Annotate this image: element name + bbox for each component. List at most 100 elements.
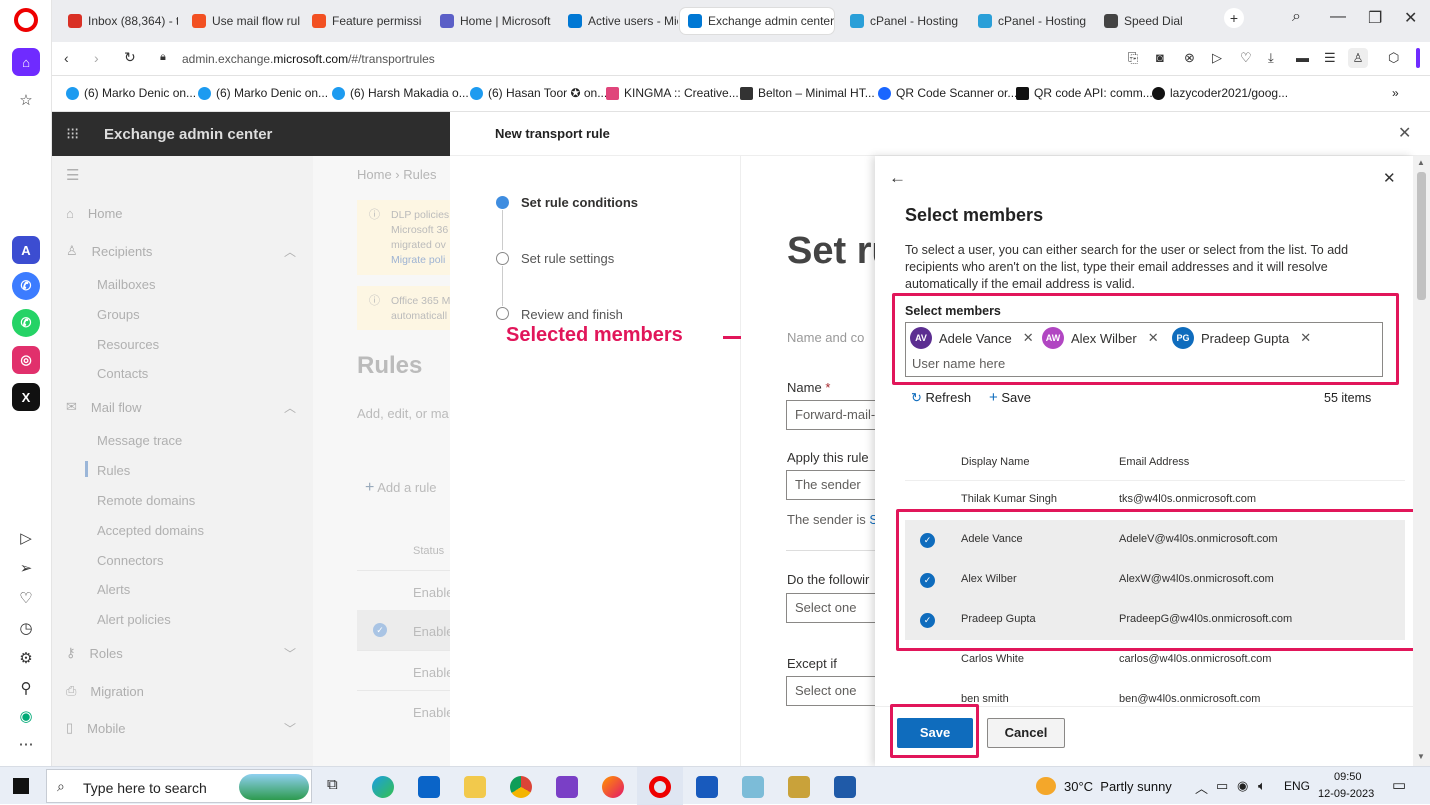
nav-connectors[interactable]: Connectors (97, 553, 163, 568)
language-indicator[interactable]: ENG (1284, 779, 1310, 793)
mail-icon[interactable] (418, 776, 440, 798)
tab-cpanel-2[interactable]: cPanel - Hosting (970, 8, 1086, 34)
scroll-down-icon[interactable]: ▼ (1417, 752, 1425, 761)
nav-mobile[interactable]: ▯ Mobile (66, 720, 125, 736)
task-view-icon[interactable]: ⧉ (327, 776, 338, 793)
player-icon[interactable]: ▷ (14, 526, 38, 550)
url-field[interactable]: admin.exchange.microsoft.com/#/transport… (182, 52, 435, 66)
extensions-icon[interactable]: ⬡ (1388, 50, 1399, 66)
close-window-icon[interactable]: ✕ (1404, 8, 1417, 28)
restore-icon[interactable]: ❐ (1368, 8, 1382, 28)
tab-cpanel-1[interactable]: cPanel - Hosting (842, 8, 962, 34)
sidebar-toggle-icon[interactable] (1416, 48, 1420, 68)
battery-icon[interactable]: ▭ (1216, 778, 1228, 794)
history-icon[interactable]: ◷ (14, 616, 38, 640)
nav-alert-policies[interactable]: Alert policies (97, 612, 171, 627)
whatsapp-icon[interactable]: ✆ (12, 309, 40, 337)
nav-migration[interactable]: ⎙ Migration (66, 683, 144, 699)
nav-groups[interactable]: Groups (97, 307, 140, 322)
heart-icon[interactable]: ♡ (1240, 50, 1252, 66)
nav-contacts[interactable]: Contacts (97, 366, 148, 381)
weather-text[interactable]: 30°C Partly sunny (1064, 779, 1172, 794)
camera-icon[interactable]: ◙ (1156, 50, 1164, 65)
word-alt-icon[interactable] (788, 776, 810, 798)
send-icon[interactable]: ➢ (14, 556, 38, 580)
tab-speed-dial[interactable]: Speed Dial (1096, 8, 1192, 34)
forward-icon[interactable]: › (94, 50, 99, 66)
photos-icon[interactable] (834, 776, 856, 798)
nav-roles[interactable]: ⚷ Roles (66, 645, 123, 661)
taskbar-search-box[interactable]: ⌕ Type here to search (46, 769, 312, 803)
tray-overflow-icon[interactable]: ︿ (1195, 778, 1208, 797)
search-tabs-icon[interactable]: ⌕ (1292, 8, 1301, 26)
tab-mail-flow-rules[interactable]: Use mail flow rule (184, 8, 300, 34)
do-following-dropdown[interactable]: Select one (786, 593, 875, 623)
nav-home[interactable]: ⌂ Home (66, 206, 123, 221)
back-arrow-icon[interactable]: ← (889, 168, 906, 188)
nav-alerts[interactable]: Alerts (97, 582, 130, 597)
player-icon[interactable]: ▷ (1212, 50, 1222, 66)
nav-resources[interactable]: Resources (97, 337, 159, 352)
scroll-up-icon[interactable]: ▲ (1417, 158, 1425, 167)
more-icon[interactable]: ⋯ (14, 732, 38, 756)
new-tab-icon[interactable]: + (1224, 8, 1244, 28)
nav-accepted-domains[interactable]: Accepted domains (97, 523, 204, 538)
clock-time[interactable]: 09:50 (1334, 771, 1362, 783)
tab-active-users[interactable]: Active users - Mic (560, 8, 678, 34)
adblock-icon[interactable]: ⊗ (1184, 50, 1195, 66)
name-input[interactable]: Forward-mail- (786, 400, 875, 430)
column-email-address[interactable]: Email Address (1119, 456, 1189, 468)
opera-logo-icon[interactable] (14, 8, 38, 32)
rule-row[interactable]: Enable (357, 690, 453, 730)
bookmark-item[interactable]: Belton – Minimal HT... (740, 86, 875, 100)
bookmark-item[interactable]: QR Code Scanner or... (878, 86, 1017, 100)
bookmark-item[interactable]: QR code API: comm... (1016, 86, 1153, 100)
battery-icon[interactable]: ▬ (1296, 50, 1309, 65)
opera-icon[interactable] (649, 776, 671, 798)
status-column-header[interactable]: Status (413, 545, 444, 557)
scroll-thumb[interactable] (1417, 172, 1426, 300)
cancel-button[interactable]: Cancel (987, 718, 1065, 748)
bookmark-star-icon[interactable]: ☆ (14, 88, 38, 112)
bookmark-item[interactable]: (6) Harsh Makadia o... (332, 86, 469, 100)
firefox-icon[interactable] (602, 776, 624, 798)
bookmark-item[interactable]: (6) Marko Denic on... (66, 86, 196, 100)
chrome-icon[interactable] (510, 776, 532, 798)
heart-icon[interactable]: ♡ (14, 586, 38, 610)
column-display-name[interactable]: Display Name (961, 456, 1029, 468)
nav-message-trace[interactable]: Message trace (97, 433, 182, 448)
network-icon[interactable]: ◉ (1237, 778, 1248, 794)
clock-date[interactable]: 12-09-2023 (1318, 788, 1374, 800)
hamburger-icon[interactable]: ☰ (66, 166, 79, 184)
aria-icon[interactable]: A (12, 236, 40, 264)
bookmark-item[interactable]: (6) Hasan Toor ✪ on... (470, 86, 607, 100)
refresh-button[interactable]: ↻ Refresh (911, 390, 971, 406)
save-command-button[interactable]: + Save (989, 389, 1031, 406)
step-review-and-finish[interactable]: Review and finish (521, 307, 623, 322)
opera-home-icon[interactable]: ⌂ (12, 48, 40, 76)
reload-icon[interactable]: ↻ (124, 49, 136, 66)
nav-mail-flow[interactable]: ✉ Mail flow (66, 399, 141, 415)
tab-gmail[interactable]: Inbox (88,364) - tk (60, 8, 178, 34)
bookmarks-overflow-icon[interactable]: » (1392, 86, 1399, 100)
profile-icon[interactable]: ♙ (1348, 48, 1368, 68)
aria-small-icon[interactable]: ◉ (14, 704, 38, 728)
close-members-panel-icon[interactable]: ✕ (1383, 169, 1396, 187)
apply-rule-dropdown[interactable]: The sender (786, 470, 875, 500)
back-icon[interactable]: ‹ (64, 50, 69, 66)
volume-icon[interactable]: 🔈︎ (1258, 778, 1266, 794)
windows-start-icon[interactable] (13, 778, 29, 794)
download-icon[interactable]: ⤓ (1268, 50, 1274, 66)
app-launcher-icon[interactable]: ⁝⁝⁝ (66, 124, 79, 144)
nav-mailboxes[interactable]: Mailboxes (97, 277, 156, 292)
tab-microsoft-home[interactable]: Home | Microsoft (432, 8, 554, 34)
visual-studio-icon[interactable] (556, 776, 578, 798)
minimize-icon[interactable]: — (1330, 8, 1346, 26)
table-row[interactable]: ben smith ben@w4l0s.onmicrosoft.com (905, 680, 1405, 706)
bookmark-item[interactable]: lazycoder2021/goog... (1152, 86, 1288, 100)
file-explorer-icon[interactable] (464, 776, 486, 798)
pin-icon[interactable]: ⚲ (14, 676, 38, 700)
except-if-dropdown[interactable]: Select one (786, 676, 875, 706)
settings-gear-icon[interactable]: ⚙ (14, 646, 38, 670)
nav-rules[interactable]: Rules (97, 463, 130, 478)
